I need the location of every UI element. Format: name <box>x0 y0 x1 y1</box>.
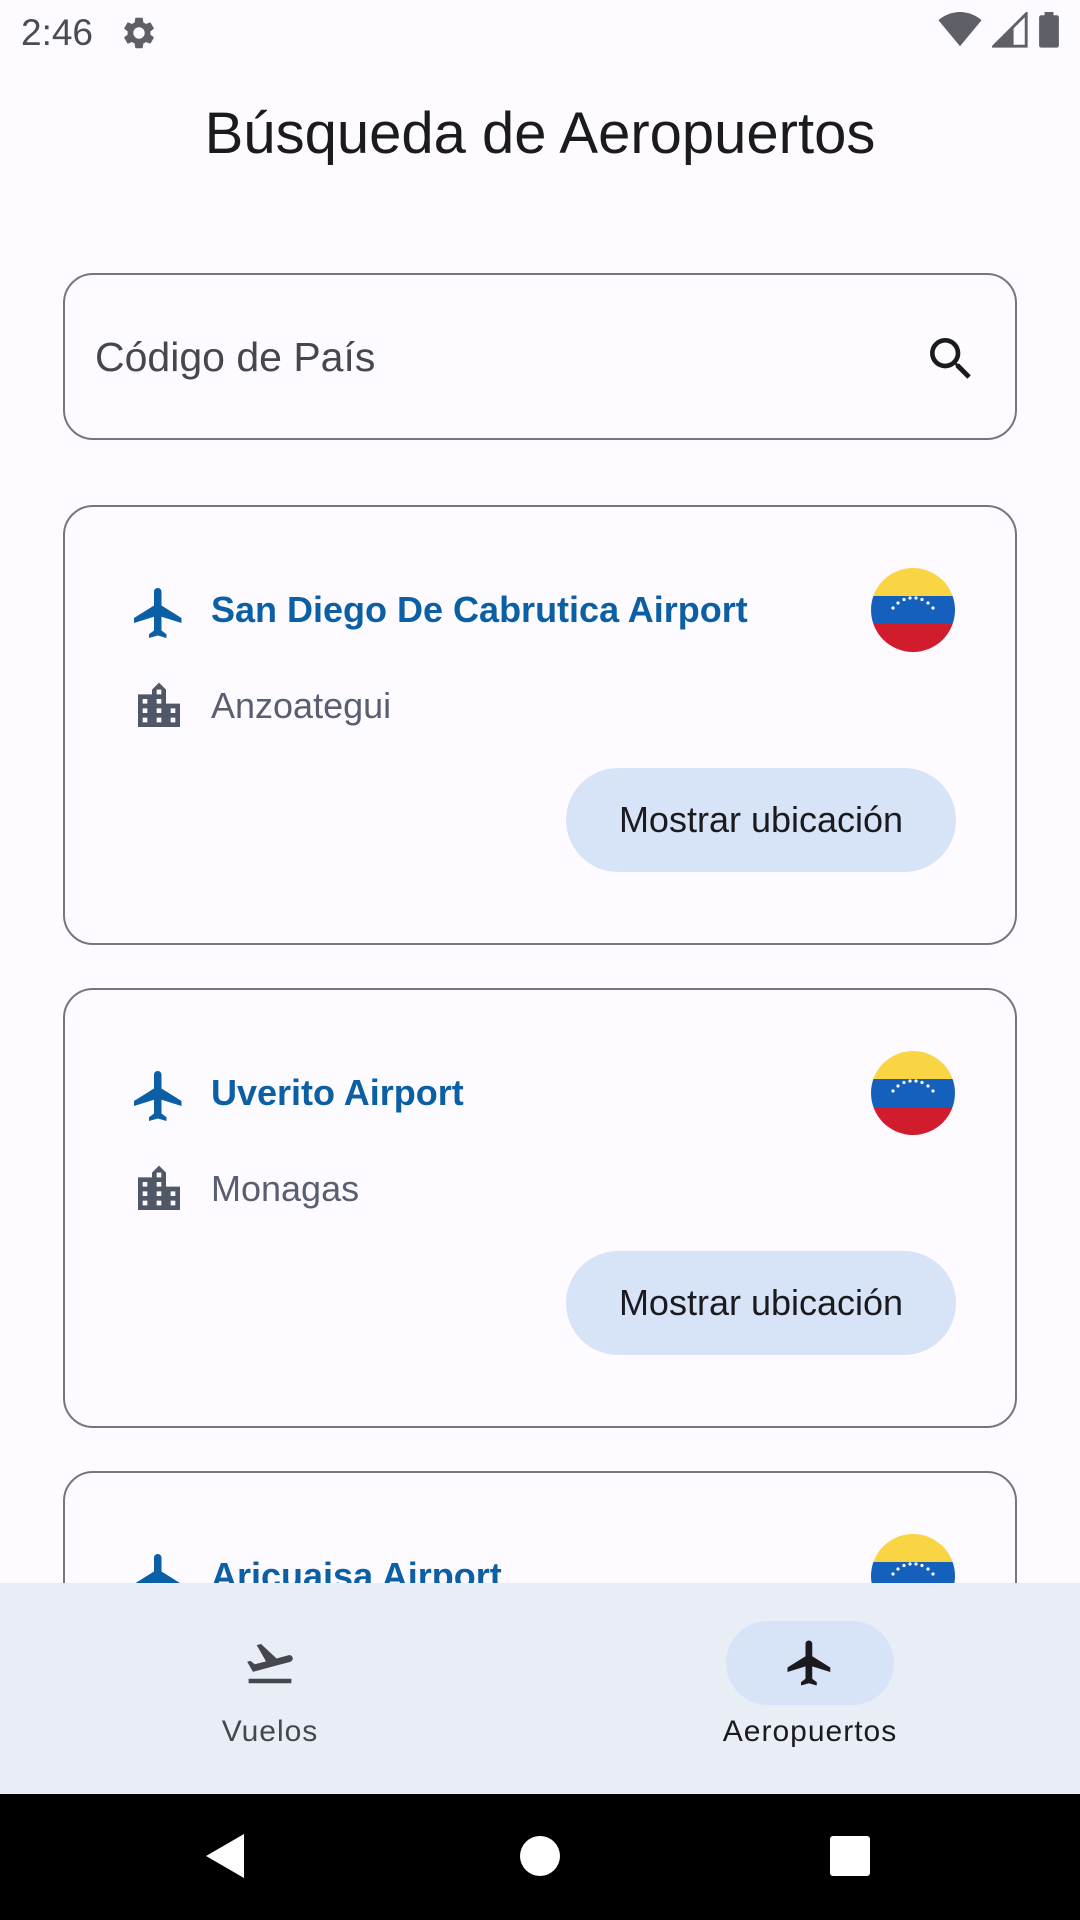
nav-label: Vuelos <box>221 1715 319 1748</box>
nav-item-aeropuertos[interactable]: Aeropuertos <box>540 1583 1080 1794</box>
home-icon[interactable] <box>510 1826 570 1886</box>
battery-icon <box>1039 12 1059 48</box>
airport-card: San Diego De Cabrutica Airport Anzoategu… <box>63 505 1017 945</box>
country-code-input[interactable] <box>95 315 915 399</box>
system-navigation-bar <box>0 1794 1080 1920</box>
flight-takeoff-icon <box>247 1644 293 1684</box>
city-icon <box>138 682 180 727</box>
status-bar: 2:46 <box>0 0 1080 64</box>
airplane-icon <box>134 588 182 638</box>
show-location-button[interactable]: Mostrar ubicación <box>566 1251 956 1355</box>
airport-region: Monagas <box>211 1168 360 1209</box>
signal-icon <box>992 12 1028 48</box>
venezuela-flag-icon <box>871 1534 955 1583</box>
status-icons <box>938 12 1060 48</box>
country-code-search-field[interactable] <box>63 273 1017 440</box>
page-title: Búsqueda de Aeropuertos <box>204 101 876 166</box>
airport-list[interactable]: San Diego De Cabrutica Airport Anzoategu… <box>0 470 1080 1583</box>
airplane-icon <box>135 1554 180 1583</box>
app-screen: 2:46 Búsqueda de Aeropuertos Código de P… <box>0 0 1080 1920</box>
bottom-navigation-bar: Vuelos Aeropuertos <box>0 1583 1080 1794</box>
airport-name: San Diego De Cabrutica Airport <box>211 589 748 630</box>
airport-region: Anzoategui <box>211 685 392 726</box>
venezuela-flag-icon <box>871 1051 955 1135</box>
recent-apps-icon[interactable] <box>820 1826 880 1886</box>
settings-icon <box>124 17 154 49</box>
wifi-icon <box>938 12 982 47</box>
airplane-icon <box>134 1071 182 1121</box>
nav-label: Aeropuertos <box>722 1715 898 1748</box>
airport-name: Uverito Airport <box>211 1072 464 1113</box>
venezuela-flag-icon <box>871 568 955 652</box>
search-icon[interactable] <box>923 331 979 387</box>
nav-item-vuelos[interactable]: Vuelos <box>0 1583 540 1794</box>
back-icon[interactable] <box>196 1826 256 1886</box>
airport-card: Uverito Airport Monagas Mostrar ubicació… <box>63 988 1017 1428</box>
status-time: 2:46 <box>21 12 94 53</box>
airplane-icon <box>787 1640 831 1686</box>
show-location-button[interactable]: Mostrar ubicación <box>566 768 956 872</box>
city-icon <box>138 1165 180 1210</box>
airport-card: Aricuaisa Airport <box>63 1471 1017 1583</box>
airport-name: Aricuaisa Airport <box>211 1555 502 1583</box>
